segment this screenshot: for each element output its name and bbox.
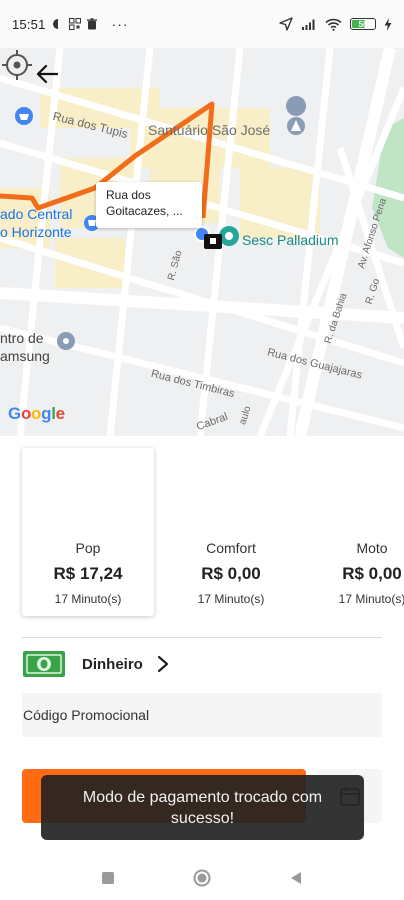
poi-label-centro-1: ntro de — [0, 330, 44, 346]
promo-code-label: Código Promocional — [23, 707, 150, 723]
poi-label-centro-2: amsung — [0, 348, 50, 364]
santuario-pin-icon — [286, 96, 307, 143]
poi-label-mercado-2: o Horizonte — [0, 224, 72, 240]
qr-icon — [68, 18, 81, 30]
shopping-pin-icon — [15, 107, 33, 125]
status-notification-icons — [52, 18, 98, 30]
status-time: 15:51 — [12, 16, 46, 32]
toast-text: Modo de pagamento trocado com sucesso! — [82, 788, 323, 827]
ride-option-comfort[interactable]: Comfort R$ 0,00 17 Minuto(s) — [165, 448, 297, 616]
ride-option-price: R$ 0,00 — [201, 564, 261, 583]
destination-marker-icon — [204, 234, 222, 249]
status-bar: 15:51 ··· 58 — [0, 0, 404, 48]
map-view[interactable]: Rua dos Tupis Santuário São José ado Cen… — [0, 48, 404, 436]
ride-option-pop[interactable]: Pop R$ 17,24 17 Minuto(s) — [22, 448, 154, 616]
system-nav-bar — [0, 855, 404, 900]
ride-option-name: Pop — [75, 540, 101, 556]
ride-options: Pop R$ 17,24 17 Minuto(s) Comfort R$ 0,0… — [0, 448, 404, 618]
back-button[interactable] — [36, 64, 70, 98]
poi-label-santuario: Santuário São José — [148, 122, 271, 138]
ride-option-moto[interactable]: Moto R$ 0,00 17 Minuto(s) — [306, 448, 404, 616]
location-arrow-icon — [279, 17, 293, 31]
toast-message: Modo de pagamento trocado com sucesso! — [41, 775, 364, 840]
trash-icon — [86, 18, 97, 30]
circle-icon — [52, 19, 63, 29]
ride-option-time: 17 Minuto(s) — [54, 592, 122, 606]
back-triangle-icon[interactable] — [289, 871, 303, 885]
ride-option-price: R$ 17,24 — [53, 564, 123, 583]
google-logo: Google — [8, 404, 65, 423]
chevron-right-icon — [157, 655, 169, 673]
status-more-dots: ··· — [111, 16, 129, 32]
battery-icon: 58 — [350, 18, 376, 30]
map-canvas — [0, 48, 404, 436]
ride-option-price: R$ 0,00 — [342, 564, 402, 583]
arrow-left-icon — [36, 64, 58, 84]
address-line-1: Rua dos — [106, 188, 151, 202]
payment-method-label: Dinheiro — [82, 655, 143, 673]
promo-code-field[interactable]: Código Promocional — [22, 693, 382, 737]
centro-pin-icon — [57, 332, 75, 350]
cash-icon — [23, 651, 65, 677]
signal-icon — [302, 19, 315, 30]
poi-label-sesc: Sesc Palladium — [242, 232, 339, 248]
wifi-icon — [325, 18, 342, 31]
home-circle-icon[interactable] — [193, 869, 211, 887]
address-line-2: Goitacazes, ... — [106, 204, 183, 218]
crosshair-icon[interactable] — [0, 48, 34, 82]
ride-option-time: 17 Minuto(s) — [197, 592, 265, 606]
ride-option-name: Moto — [356, 540, 388, 556]
charging-icon — [384, 17, 392, 31]
battery-level: 58 — [358, 19, 368, 29]
payment-method-button[interactable]: Dinheiro — [22, 646, 382, 682]
status-right-icons: 58 — [279, 17, 392, 31]
recents-square-icon[interactable] — [101, 871, 115, 885]
divider — [22, 637, 382, 638]
poi-label-mercado-1: ado Central — [0, 206, 73, 222]
address-bubble[interactable]: Rua dos Goitacazes, ... — [96, 182, 202, 228]
ride-option-time: 17 Minuto(s) — [338, 592, 404, 606]
ride-option-name: Comfort — [206, 540, 256, 556]
